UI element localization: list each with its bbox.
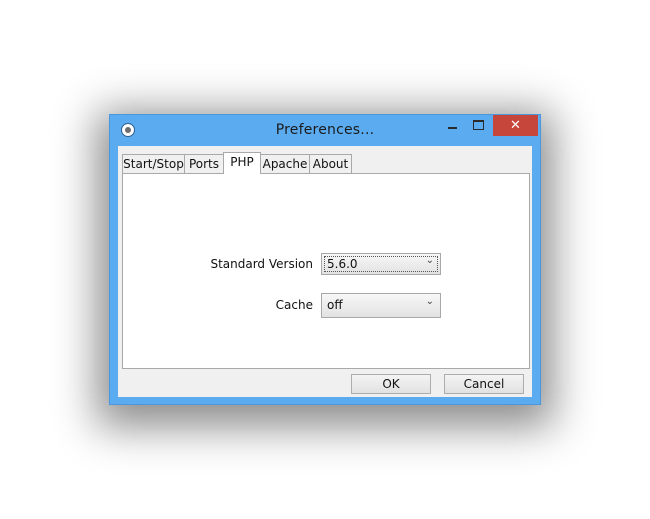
- chevron-down-icon: ⌄: [425, 255, 434, 266]
- dialog-client-area: Start/Stop Ports PHP Apache About Standa…: [118, 146, 532, 397]
- standard-version-label: Standard Version: [210, 257, 313, 271]
- php-tab-panel: Standard Version 5.6.0 ⌄ Cache off ⌄: [122, 173, 530, 369]
- standard-version-value: 5.6.0: [327, 257, 358, 271]
- close-icon[interactable]: ✕: [493, 115, 538, 136]
- standard-version-select[interactable]: 5.6.0 ⌄: [321, 253, 441, 275]
- tab-apache[interactable]: Apache: [260, 154, 310, 173]
- ok-button[interactable]: OK: [351, 374, 431, 394]
- chevron-down-icon: ⌄: [425, 296, 434, 307]
- maximize-icon[interactable]: [465, 115, 491, 136]
- cache-select[interactable]: off ⌄: [321, 293, 441, 318]
- tab-ports[interactable]: Ports: [184, 154, 224, 173]
- cancel-button[interactable]: Cancel: [444, 374, 524, 394]
- tab-about[interactable]: About: [309, 154, 352, 173]
- cache-value: off: [327, 298, 343, 312]
- desktop-background: Preferences... ✕ Start/Stop Ports PHP Ap…: [0, 0, 650, 519]
- cache-label: Cache: [275, 298, 313, 312]
- tab-php[interactable]: PHP: [223, 152, 261, 174]
- title-bar[interactable]: Preferences... ✕: [110, 115, 540, 147]
- preferences-window: Preferences... ✕ Start/Stop Ports PHP Ap…: [109, 114, 541, 405]
- minimize-icon[interactable]: [438, 115, 465, 136]
- tab-start-stop[interactable]: Start/Stop: [122, 154, 185, 173]
